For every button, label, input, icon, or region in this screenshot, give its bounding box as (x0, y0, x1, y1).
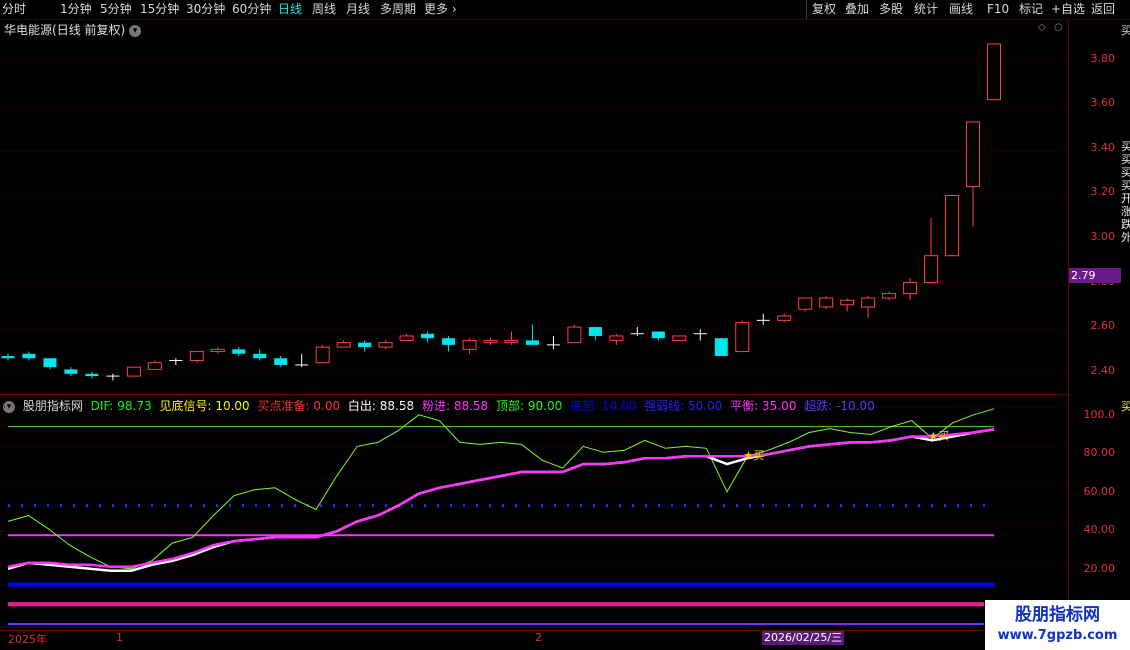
candle-body (421, 333, 435, 339)
right-strip-top: 买 (1121, 24, 1130, 37)
candle-body (777, 315, 792, 321)
candle-body (735, 322, 750, 353)
period-9[interactable]: 月线 (346, 1, 370, 18)
candle-body (567, 326, 582, 344)
timeline-divider (0, 630, 1068, 631)
current-price-tag: 2.79 (1069, 268, 1121, 283)
candle-body (1, 356, 15, 359)
chevron-right-icon: › (448, 2, 457, 16)
indicator-tick: 60.00 (1083, 485, 1116, 498)
candle-body (22, 353, 36, 359)
watermark-url: www.7gpzb.com (997, 628, 1118, 643)
timeline-cursor-date: 2026/02/25/三 (762, 631, 845, 645)
tool-button[interactable]: 标记 (1019, 1, 1043, 18)
candle-body (378, 342, 393, 348)
candle-body (882, 293, 897, 299)
candle-body (525, 340, 539, 345)
tool-button[interactable]: 统计 (914, 1, 938, 18)
candle-body (819, 297, 834, 308)
period-4[interactable]: 15分钟 (140, 1, 179, 18)
candle-body (798, 297, 813, 310)
indicator-tick: 20.00 (1083, 562, 1116, 575)
more-menu[interactable]: 更多 › (424, 1, 457, 18)
candle-body (903, 281, 918, 295)
tool-button[interactable]: 多股 (879, 1, 903, 18)
candle-body (672, 335, 687, 341)
candle-body (924, 255, 939, 283)
back-button[interactable]: 返回 (1091, 1, 1115, 18)
watermark-site-name: 股朋指标网 (1015, 605, 1100, 625)
tool-button[interactable]: 画线 (949, 1, 973, 18)
price-tick: 2.40 (1090, 364, 1116, 377)
candle-body (987, 43, 1001, 101)
period-6[interactable]: 60分钟 (232, 1, 271, 18)
indicator-chart: ★买 ★买 (0, 406, 1068, 626)
candle-body (504, 339, 519, 344)
candle-body (714, 338, 728, 357)
price-tick: 3.00 (1090, 230, 1116, 243)
candle-body (399, 335, 414, 341)
tool-button[interactable]: F10 (987, 1, 1009, 18)
right-strip-middle: 买买买买开涨跌外 (1121, 140, 1130, 244)
price-axis: 3.80 3.60 3.40 3.20 3.00 2.80 2.60 2.40 … (1069, 20, 1121, 394)
period-3[interactable]: 5分钟 (100, 1, 132, 18)
period-10[interactable]: 多周期 (380, 1, 416, 18)
toolbar-divider (806, 0, 807, 19)
candle-body (462, 339, 477, 350)
candle-body (609, 335, 624, 341)
buy-star-label: ★买 (744, 449, 765, 462)
white-out-line (7, 428, 995, 572)
candle-body (147, 362, 162, 370)
price-tick: 3.40 (1090, 141, 1116, 154)
price-tick: 3.20 (1090, 185, 1116, 198)
candle-body (85, 373, 99, 377)
candle-body (210, 348, 225, 353)
more-label: 更多 (424, 2, 449, 16)
candle-body (840, 299, 855, 306)
period-toolbar: 分时 1分钟 5分钟 15分钟 30分钟 60分钟 日线 周线 月线 多周期 更… (0, 0, 1130, 20)
indicator-axis: 100.0 80.00 60.00 40.00 20.00 (1069, 395, 1121, 630)
candle-body (651, 331, 665, 339)
tool-button[interactable]: 叠加 (845, 1, 869, 18)
pink-in-line (7, 428, 995, 569)
candle-body (861, 297, 876, 308)
price-tick: 3.80 (1090, 52, 1116, 65)
candle-body (274, 358, 288, 365)
right-strip-bottom: 买 (1121, 400, 1130, 413)
candle-body (189, 351, 204, 361)
timeline-month: 1 (116, 631, 123, 644)
candle-body (232, 349, 246, 354)
candle-body (483, 339, 498, 344)
candlestick-chart (0, 43, 1068, 381)
candle-body (43, 358, 57, 368)
buy-star-label: ★买 (928, 429, 949, 442)
timeline-month: 2 (535, 631, 542, 644)
price-tick: 2.60 (1090, 319, 1116, 332)
candle-body (126, 366, 141, 377)
indicator-tick: 40.00 (1083, 523, 1116, 536)
candle-body (253, 353, 267, 359)
indicator-tick: 80.00 (1083, 446, 1116, 459)
candle-body (442, 338, 456, 345)
candle-body (966, 121, 981, 188)
indicator-tick: 100.0 (1083, 408, 1116, 421)
timeline-year: 2025年 (8, 633, 47, 646)
candle-body (315, 346, 330, 364)
period-2[interactable]: 1分钟 (60, 1, 92, 18)
dif-line (7, 408, 995, 570)
tool-button[interactable]: 复权 (812, 1, 836, 18)
period-7[interactable]: 日线 (278, 1, 302, 18)
tool-button[interactable]: +自选 (1051, 1, 1085, 18)
candle-body (588, 327, 602, 336)
candle-body (358, 342, 372, 348)
app-window: { "toolbar":{ "periods":["分时","1分钟","5分钟… (0, 0, 1130, 650)
candle-body (64, 369, 78, 374)
period-5[interactable]: 30分钟 (186, 1, 225, 18)
candle-body (336, 342, 351, 348)
watermark: 股朋指标网 www.7gpzb.com (985, 600, 1130, 650)
candle-body (945, 195, 960, 257)
period-1[interactable]: 分时 (2, 1, 26, 18)
price-tick: 3.60 (1090, 96, 1116, 109)
period-8[interactable]: 周线 (312, 1, 336, 18)
